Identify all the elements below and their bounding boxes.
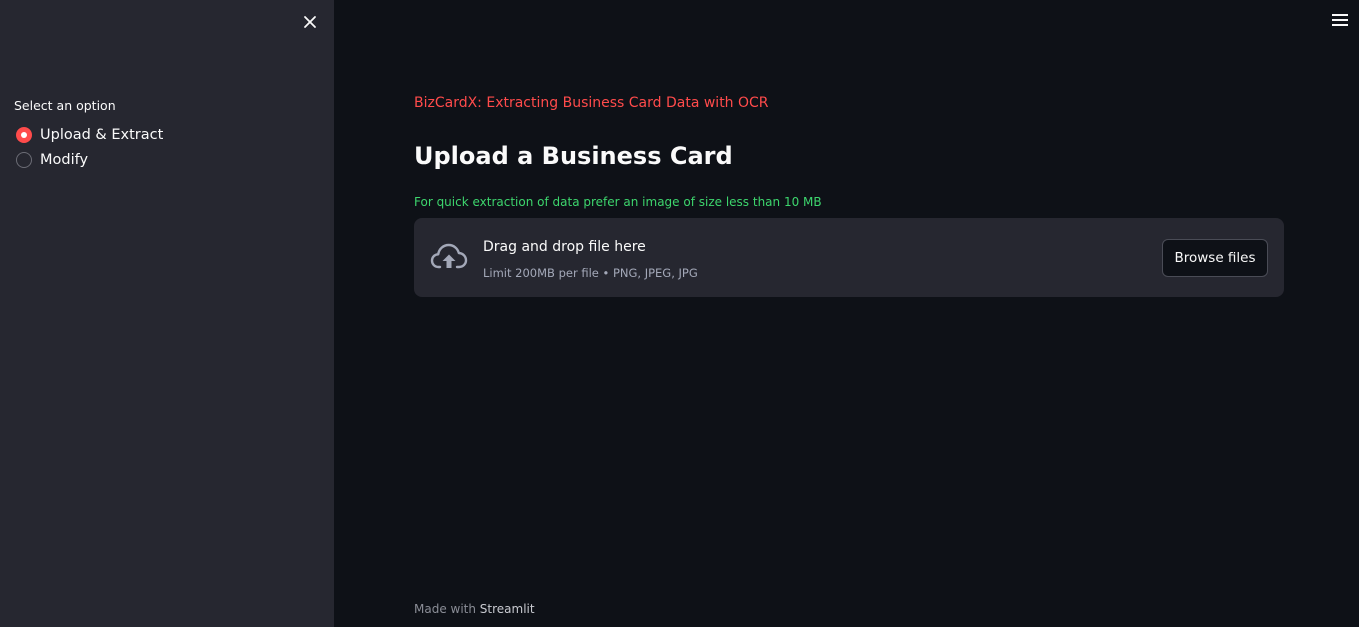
streamlit-link[interactable]: Streamlit <box>480 602 535 616</box>
dropzone-title: Drag and drop file here <box>483 239 646 255</box>
radio-option-upload-extract[interactable]: Upload & Extract <box>16 125 163 145</box>
hamburger-menu-icon[interactable] <box>1331 12 1349 28</box>
page-title: Upload a Business Card <box>414 142 733 170</box>
radio-option-modify[interactable]: Modify <box>16 150 88 170</box>
radio-group-label: Select an option <box>14 98 116 113</box>
size-hint: For quick extraction of data prefer an i… <box>414 195 822 209</box>
file-dropzone[interactable]: Drag and drop file here Limit 200MB per … <box>414 218 1284 297</box>
radio-checked-icon[interactable] <box>16 127 32 143</box>
dropzone-limit-text: Limit 200MB per file • PNG, JPEG, JPG <box>483 266 698 280</box>
cloud-upload-icon <box>430 240 468 274</box>
close-icon[interactable] <box>300 12 320 32</box>
browse-files-button[interactable]: Browse files <box>1162 239 1268 277</box>
radio-option-label: Upload & Extract <box>40 127 164 143</box>
footer-prefix: Made with <box>414 602 480 616</box>
radio-option-label: Modify <box>40 152 89 168</box>
sidebar: Select an option Upload & Extract Modify <box>0 0 334 627</box>
footer: Made with Streamlit <box>414 602 535 616</box>
app-subtitle: BizCardX: Extracting Business Card Data … <box>414 95 769 111</box>
app-root: Select an option Upload & Extract Modify… <box>0 0 1359 627</box>
radio-unchecked-icon[interactable] <box>16 152 32 168</box>
